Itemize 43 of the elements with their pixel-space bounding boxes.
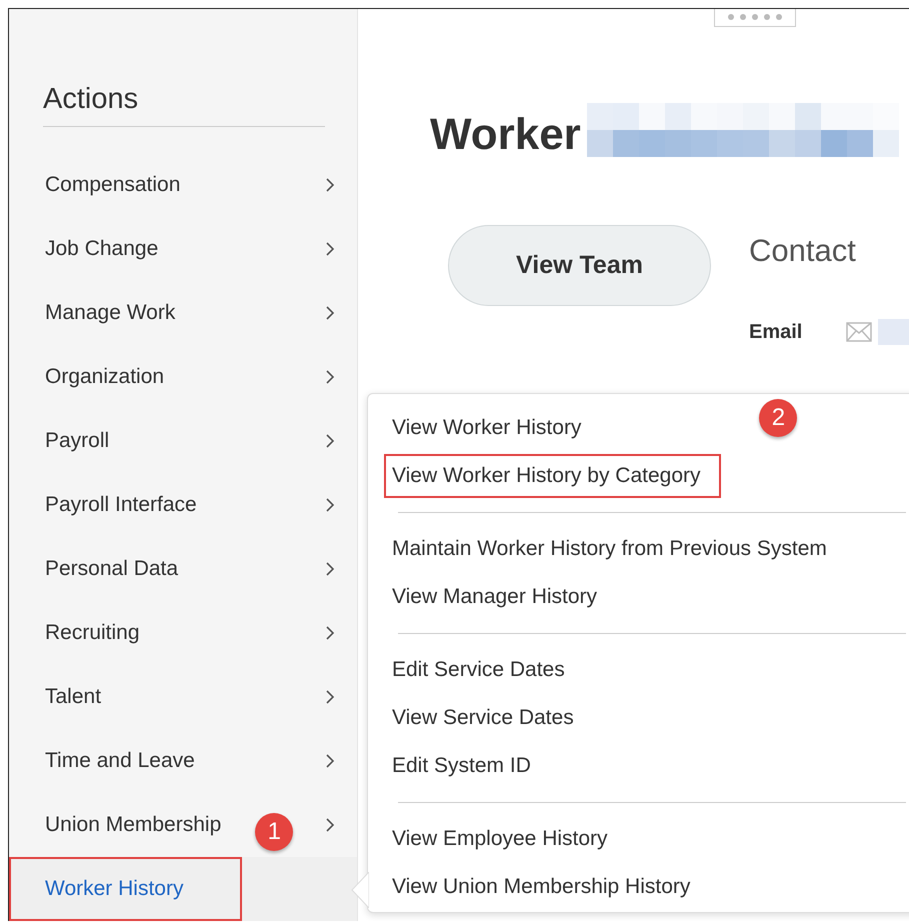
redacted-email xyxy=(878,319,909,345)
submenu-item[interactable]: Maintain Worker History from Previous System xyxy=(384,527,847,571)
submenu-item[interactable]: View Employee History xyxy=(384,817,628,861)
submenu-item[interactable]: Edit Service Dates xyxy=(384,648,585,692)
chevron-right-icon xyxy=(325,625,335,641)
step-badge: 2 xyxy=(759,399,798,437)
chevron-right-icon xyxy=(325,497,335,513)
chevron-right-icon xyxy=(325,177,335,193)
chevron-right-icon xyxy=(325,689,335,705)
chevron-right-icon xyxy=(325,305,335,321)
sidebar-item[interactable]: Payroll Interface xyxy=(9,477,229,533)
dots-icon xyxy=(725,13,785,21)
more-button[interactable] xyxy=(714,9,796,27)
sidebar-item[interactable]: Personal Data xyxy=(9,541,210,597)
sidebar-item[interactable]: Organization xyxy=(9,349,196,405)
worker-title: Worker xyxy=(430,113,581,157)
submenu-item[interactable]: View Manager History xyxy=(384,575,618,619)
chevron-right-icon xyxy=(325,561,335,577)
email-label: Email xyxy=(749,320,802,344)
view-team-button[interactable]: View Team xyxy=(448,225,711,306)
submenu-item[interactable]: Edit System ID xyxy=(384,744,551,788)
step-badge: 1 xyxy=(255,813,294,851)
chevron-right-icon xyxy=(325,433,335,449)
sidebar-item[interactable]: Manage Work xyxy=(9,285,208,341)
submenu-item[interactable]: View Worker History xyxy=(384,406,602,450)
chevron-right-icon xyxy=(325,369,335,385)
sidebar-item[interactable]: Payroll xyxy=(9,413,142,469)
chevron-right-icon xyxy=(325,753,335,769)
chevron-right-icon xyxy=(325,241,335,257)
submenu-item[interactable]: View Union Membership History xyxy=(384,865,710,909)
submenu-item[interactable]: View Worker History by Category xyxy=(384,454,720,498)
sidebar-item[interactable]: Job Change xyxy=(9,221,190,277)
sidebar-item[interactable]: Recruiting xyxy=(9,605,172,661)
sidebar-item[interactable]: Union Membership xyxy=(9,797,254,853)
contact-heading: Contact xyxy=(749,233,857,269)
sidebar-item[interactable]: Time and Leave xyxy=(9,733,227,789)
sidebar-item[interactable]: Worker History xyxy=(9,857,242,921)
sidebar-item[interactable]: Talent xyxy=(9,669,134,725)
chevron-right-icon xyxy=(325,817,335,833)
envelope-icon xyxy=(846,322,872,342)
actions-heading: Actions xyxy=(43,83,325,127)
submenu-item[interactable]: View Service Dates xyxy=(384,696,594,740)
sidebar-item[interactable]: Compensation xyxy=(9,157,212,213)
